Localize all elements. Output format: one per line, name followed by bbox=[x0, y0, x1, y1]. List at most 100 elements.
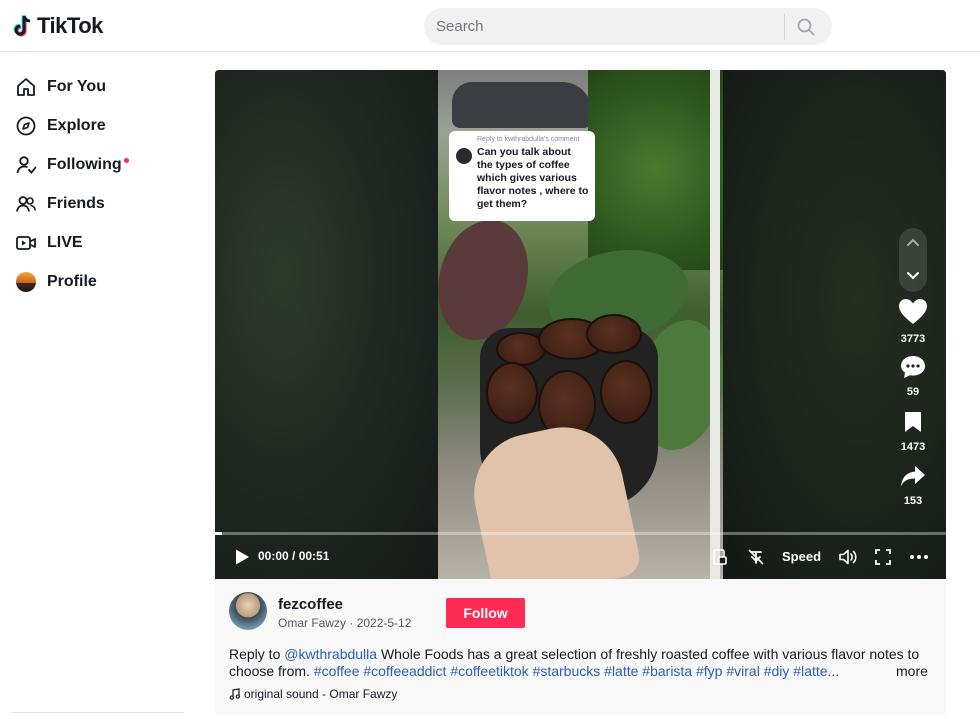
hashtag-link[interactable]: #latte bbox=[604, 663, 638, 679]
save-button[interactable]: 1473 bbox=[895, 410, 931, 453]
share-icon bbox=[901, 466, 925, 486]
video-nav-arrows bbox=[899, 228, 927, 292]
creator-avatar[interactable] bbox=[229, 592, 267, 630]
video-card: Reply to kwthrabdulla's comment Can you … bbox=[215, 70, 946, 715]
tree-shape bbox=[588, 70, 723, 270]
sidebar-item-profile[interactable]: Profile bbox=[15, 267, 97, 297]
mini-player-button[interactable] bbox=[710, 547, 730, 567]
hashtag-link[interactable]: #starbucks bbox=[533, 663, 601, 679]
sidebar: For You Explore Following Friends LIVE P… bbox=[0, 52, 200, 719]
sidebar-item-explore[interactable]: Explore bbox=[15, 111, 106, 141]
blurred-backdrop-left bbox=[215, 70, 438, 579]
sidebar-item-for-you[interactable]: For You bbox=[15, 72, 106, 102]
more-button[interactable]: more bbox=[896, 663, 928, 679]
reply-avatar bbox=[456, 148, 472, 164]
heart-icon bbox=[899, 299, 927, 324]
like-count: 3773 bbox=[900, 333, 926, 345]
search-input[interactable] bbox=[424, 18, 784, 35]
mini-player-icon bbox=[713, 549, 727, 565]
notification-dot bbox=[123, 157, 129, 163]
coffee-puck bbox=[486, 362, 538, 424]
hashtag-link[interactable]: #coffeeaddict bbox=[363, 663, 446, 679]
hashtag-link[interactable]: #coffee bbox=[314, 663, 360, 679]
save-count: 1473 bbox=[900, 441, 926, 453]
more-dots-icon bbox=[910, 555, 928, 559]
video-player[interactable]: Reply to kwthrabdulla's comment Can you … bbox=[215, 70, 946, 579]
profile-avatar bbox=[15, 271, 37, 293]
sidebar-item-label: Friends bbox=[47, 195, 105, 212]
post-info: fezcoffee Omar Fawzy · 2022-5-12 Follow … bbox=[215, 579, 946, 715]
creator-display-name: Omar Fawzy bbox=[278, 616, 347, 630]
comment-button[interactable]: 59 bbox=[895, 355, 931, 398]
comment-icon bbox=[901, 356, 925, 378]
volume-icon bbox=[839, 549, 857, 565]
coffee-puck bbox=[600, 360, 652, 424]
reply-header: Reply to kwthrabdulla's comment bbox=[477, 136, 580, 143]
search-icon bbox=[797, 18, 815, 35]
auto-scroll-button[interactable] bbox=[746, 547, 766, 567]
time-display: 00:00 / 00:51 bbox=[258, 549, 330, 563]
sidebar-item-label: Explore bbox=[47, 117, 106, 134]
tiktok-note-icon bbox=[13, 15, 31, 37]
sidebar-item-label: Following bbox=[47, 156, 122, 173]
creator-username[interactable]: fezcoffee bbox=[278, 596, 343, 613]
hashtag-link[interactable]: #latte... bbox=[793, 663, 839, 679]
speed-button[interactable]: Speed bbox=[782, 549, 821, 564]
music-note-icon bbox=[229, 688, 240, 700]
post-description: Reply to @kwthrabdulla Whole Foods has a… bbox=[229, 646, 929, 680]
comment-count: 59 bbox=[906, 386, 920, 398]
play-icon bbox=[236, 549, 249, 565]
home-icon bbox=[15, 76, 37, 98]
app-name: TikTok bbox=[37, 13, 103, 38]
fullscreen-icon bbox=[875, 549, 891, 565]
coffee-puck bbox=[586, 314, 642, 354]
share-button[interactable]: 153 bbox=[895, 464, 931, 507]
previous-video-button[interactable] bbox=[905, 234, 921, 250]
friends-icon bbox=[15, 193, 37, 215]
mention-link[interactable]: @kwthrabdulla bbox=[284, 646, 377, 662]
sidebar-item-live[interactable]: LIVE bbox=[15, 228, 83, 258]
live-icon bbox=[15, 232, 37, 254]
search-button[interactable] bbox=[785, 8, 827, 45]
sidebar-divider bbox=[12, 712, 184, 713]
hashtag-link[interactable]: #coffeetiktok bbox=[450, 663, 528, 679]
car-shape bbox=[452, 82, 592, 128]
player-controls: 00:00 / 00:51 Speed bbox=[215, 535, 946, 579]
sound-name: original sound - Omar Fawzy bbox=[244, 687, 398, 701]
sidebar-item-friends[interactable]: Friends bbox=[15, 189, 105, 219]
sidebar-item-following[interactable]: Following bbox=[15, 150, 129, 180]
more-options-button[interactable] bbox=[909, 547, 929, 567]
search-bar bbox=[424, 8, 832, 45]
next-video-button[interactable] bbox=[905, 268, 921, 284]
chevron-up-icon bbox=[907, 238, 919, 246]
hashtag-link[interactable]: #fyp bbox=[696, 663, 722, 679]
plant-shape bbox=[438, 220, 528, 340]
tiktok-logo[interactable]: TikTok bbox=[12, 13, 103, 39]
window-frame bbox=[710, 70, 720, 579]
description-prefix: Reply to bbox=[229, 646, 285, 662]
hashtag-link[interactable]: #viral bbox=[726, 663, 759, 679]
hashtag-link[interactable]: #barista bbox=[642, 663, 692, 679]
sidebar-item-label: LIVE bbox=[47, 234, 83, 251]
bookmark-icon bbox=[905, 412, 921, 432]
sidebar-item-label: For You bbox=[47, 78, 106, 95]
sidebar-item-label: Profile bbox=[47, 273, 97, 290]
reply-text: Can you talk about the types of coffee w… bbox=[477, 146, 589, 210]
top-header: TikTok bbox=[0, 0, 980, 52]
hashtag-link[interactable]: #diy bbox=[764, 663, 790, 679]
follow-button[interactable]: Follow bbox=[446, 598, 525, 628]
volume-button[interactable] bbox=[838, 547, 858, 567]
play-button[interactable] bbox=[233, 548, 251, 566]
meta-separator: · bbox=[346, 616, 357, 630]
fullscreen-button[interactable] bbox=[873, 547, 893, 567]
creator-meta: Omar Fawzy · 2022-5-12 bbox=[278, 616, 411, 630]
share-count: 153 bbox=[903, 495, 923, 507]
compass-icon bbox=[15, 115, 37, 137]
auto-scroll-icon bbox=[748, 549, 764, 565]
chevron-down-icon bbox=[907, 272, 919, 280]
hashtag-list: #coffee #coffeeaddict #coffeetiktok #sta… bbox=[314, 663, 839, 679]
sound-link[interactable]: original sound - Omar Fawzy bbox=[229, 687, 397, 701]
reply-comment-bubble: Reply to kwthrabdulla's comment Can you … bbox=[449, 131, 595, 221]
post-date: 2022-5-12 bbox=[356, 616, 412, 630]
like-button[interactable]: 3773 bbox=[895, 298, 931, 345]
